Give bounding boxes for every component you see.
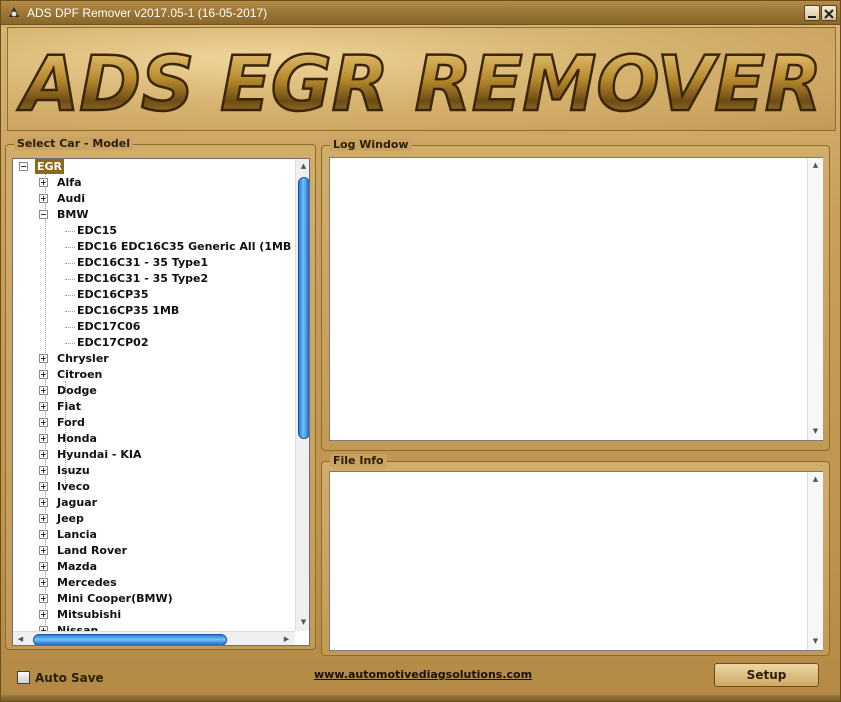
setup-button[interactable]: Setup bbox=[714, 663, 819, 687]
tree-node-label: Isuzu bbox=[57, 464, 90, 477]
file-info-vertical-scrollbar[interactable]: ▲ ▼ bbox=[807, 472, 823, 650]
collapse-icon[interactable]: − bbox=[19, 162, 28, 171]
tree-node-label: EDC17C06 bbox=[77, 320, 141, 333]
expand-icon[interactable]: + bbox=[39, 418, 48, 427]
tree-node-model[interactable]: EDC16CP35 1MB bbox=[77, 303, 179, 319]
expand-icon[interactable]: + bbox=[39, 402, 48, 411]
car-model-title: Select Car - Model bbox=[14, 137, 133, 150]
tree-node-label: Fiat bbox=[57, 400, 81, 413]
tree-node-label: Nissan bbox=[57, 624, 99, 631]
log-vertical-scrollbar[interactable]: ▲ ▼ bbox=[807, 158, 823, 440]
tree-hscroll-thumb[interactable] bbox=[33, 634, 227, 645]
minimize-button[interactable] bbox=[804, 5, 820, 21]
tree-scroll-thumb[interactable] bbox=[298, 177, 309, 439]
scroll-left-icon[interactable]: ◀ bbox=[13, 632, 28, 645]
tree-node-label: Chrysler bbox=[57, 352, 109, 365]
tree-node-label: EDC17CP02 bbox=[77, 336, 149, 349]
expand-icon[interactable]: + bbox=[39, 194, 48, 203]
tree-node-label: Jeep bbox=[57, 512, 84, 525]
close-button[interactable] bbox=[821, 5, 837, 21]
main-window: ADS DPF Remover v2017.05-1 (16-05-2017) … bbox=[0, 0, 841, 702]
collapse-icon[interactable]: − bbox=[39, 210, 48, 219]
scroll-down-icon[interactable]: ▼ bbox=[296, 615, 309, 630]
tree-horizontal-scrollbar[interactable]: ◀ ▶ bbox=[13, 631, 295, 645]
window-title: ADS DPF Remover v2017.05-1 (16-05-2017) bbox=[27, 6, 268, 20]
tree-node-model[interactable]: EDC15 bbox=[77, 223, 117, 239]
tree-node-label: BMW bbox=[57, 208, 89, 221]
scroll-right-icon[interactable]: ▶ bbox=[279, 632, 294, 645]
tree-node-label: Ford bbox=[57, 416, 85, 429]
tree-node-label: EDC16C31 - 35 Type2 bbox=[77, 272, 209, 285]
expand-icon[interactable]: + bbox=[39, 178, 48, 187]
scroll-down-icon[interactable]: ▼ bbox=[808, 634, 823, 649]
tree-node-label: Alfa bbox=[57, 176, 82, 189]
expand-icon[interactable]: + bbox=[39, 562, 48, 571]
tree-node-label: EDC16CP35 bbox=[77, 288, 149, 301]
tree-node-label: EDC15 bbox=[77, 224, 118, 237]
tree-node-label: Jaguar bbox=[57, 496, 98, 509]
expand-icon[interactable]: + bbox=[39, 434, 48, 443]
scroll-up-icon[interactable]: ▲ bbox=[808, 472, 823, 487]
expand-icon[interactable]: + bbox=[39, 466, 48, 475]
banner-logo-text: ADS EGR REMOVER bbox=[17, 39, 822, 128]
tree-node-root-label: EGR bbox=[35, 159, 65, 174]
tree-node-label: Audi bbox=[57, 192, 85, 205]
car-model-tree[interactable]: − EGR + Alfa + Audi − BMW EDC15 EDC16 ED… bbox=[12, 158, 310, 646]
expand-icon[interactable]: + bbox=[39, 530, 48, 539]
tree-node-label: EDC16 EDC16C35 Generic All (1MB bbox=[77, 240, 292, 253]
expand-icon[interactable]: + bbox=[39, 498, 48, 507]
auto-save-label[interactable]: Auto Save bbox=[35, 671, 104, 685]
tree-node-label: Hyundai - KIA bbox=[57, 448, 142, 461]
tree-node-model[interactable]: EDC16CP35 bbox=[77, 287, 148, 303]
minimize-icon bbox=[808, 16, 816, 18]
tree-node-model[interactable]: EDC17CP02 bbox=[77, 335, 148, 351]
file-info-title: File Info bbox=[330, 454, 387, 467]
expand-icon[interactable]: + bbox=[39, 370, 48, 379]
website-link[interactable]: www.automotivediagsolutions.com bbox=[314, 668, 532, 681]
taskbar-strip bbox=[1, 695, 840, 701]
expand-icon[interactable]: + bbox=[39, 578, 48, 587]
title-bar[interactable]: ADS DPF Remover v2017.05-1 (16-05-2017) bbox=[1, 1, 840, 25]
tree-node-label: Lancia bbox=[57, 528, 97, 541]
tree-node-label: Mazda bbox=[57, 560, 98, 573]
tree-node-label: Mini Cooper(BMW) bbox=[57, 592, 173, 605]
expand-icon[interactable]: + bbox=[39, 594, 48, 603]
log-window-title: Log Window bbox=[330, 138, 412, 151]
tree-node-label: EDC16CP35 1MB bbox=[77, 304, 180, 317]
close-icon bbox=[824, 9, 834, 19]
scroll-down-icon[interactable]: ▼ bbox=[808, 424, 823, 439]
tree-node-label: Mercedes bbox=[57, 576, 117, 589]
expand-icon[interactable]: + bbox=[39, 482, 48, 491]
tree-node-label: Mitsubishi bbox=[57, 608, 122, 621]
expand-icon[interactable]: + bbox=[39, 450, 48, 459]
tree-node-model[interactable]: EDC17C06 bbox=[77, 319, 140, 335]
auto-save-checkbox[interactable] bbox=[17, 671, 30, 684]
tree-vertical-scrollbar[interactable]: ▲ ▼ bbox=[295, 159, 309, 631]
tree-node-label: EDC16C31 - 35 Type1 bbox=[77, 256, 209, 269]
tree-node-label: Land Rover bbox=[57, 544, 128, 557]
expand-icon[interactable]: + bbox=[39, 386, 48, 395]
tree-node-label: Dodge bbox=[57, 384, 97, 397]
tree-node-model[interactable]: EDC16C31 - 35 Type1 bbox=[77, 255, 208, 271]
scroll-up-icon[interactable]: ▲ bbox=[296, 159, 309, 174]
tree-node-label: Citroen bbox=[57, 368, 103, 381]
expand-icon[interactable]: + bbox=[39, 514, 48, 523]
tree-node-label: Iveco bbox=[57, 480, 90, 493]
product-banner: ADS EGR REMOVER bbox=[7, 27, 836, 131]
tree-node-label: Honda bbox=[57, 432, 97, 445]
expand-icon[interactable]: + bbox=[39, 354, 48, 363]
expand-icon[interactable]: + bbox=[39, 546, 48, 555]
tree-items: − EGR + Alfa + Audi − BMW EDC15 EDC16 ED… bbox=[13, 159, 296, 631]
file-info-textarea[interactable]: ▲ ▼ bbox=[329, 471, 823, 651]
tree-node-model[interactable]: EDC16 EDC16C35 Generic All (1MB bbox=[77, 239, 291, 255]
tree-node-model[interactable]: EDC16C31 - 35 Type2 bbox=[77, 271, 208, 287]
app-icon bbox=[9, 7, 19, 17]
expand-icon[interactable]: + bbox=[39, 610, 48, 619]
log-window-textarea[interactable]: ▲ ▼ bbox=[329, 157, 823, 441]
scroll-up-icon[interactable]: ▲ bbox=[808, 158, 823, 173]
